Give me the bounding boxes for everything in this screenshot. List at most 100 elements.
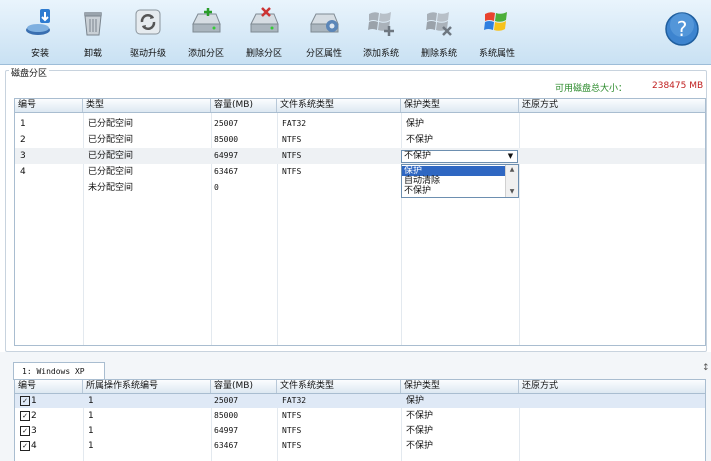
cell-protect[interactable]: 不保护 (403, 424, 433, 438)
system-properties-button[interactable]: 系统属性 (469, 2, 525, 62)
free-space-value: 238475 MB (652, 81, 704, 91)
add-system-label: 添加系统 (362, 49, 399, 59)
cell-os-id: 1 (88, 441, 94, 451)
add-system-button[interactable]: 添加系统 (353, 2, 409, 62)
partition-row[interactable]: 4 已分配空间 63467 NTFS (15, 164, 705, 180)
system-table-header: 编号 所属操作系统编号 容量(MB) 文件系统类型 保护类型 还原方式 (15, 380, 705, 394)
disk-gear-icon (310, 13, 339, 33)
delete-system-label: 删除系统 (420, 49, 457, 59)
cell-protect[interactable]: 不保护 (403, 132, 433, 148)
col-id[interactable]: 编号 (15, 380, 83, 393)
checkbox-checked-icon[interactable]: ✓ (20, 395, 30, 406)
disk-protect-window: 安装 卸载 驱动升级 添加分区 删除分区 分区属性 添加系统 删除系统 系统属性… (0, 0, 711, 461)
cell-id: ✓ 3 (17, 424, 37, 438)
checkbox-checked-icon[interactable]: ✓ (20, 410, 30, 421)
cell-os-id: 1 (88, 426, 94, 436)
col-type[interactable]: 类型 (83, 99, 211, 112)
system-row[interactable]: ✓ 2 1 85000 NTFS 不保护 (15, 409, 705, 423)
system-row[interactable]: ✓ 3 1 64997 NTFS 不保护 (15, 424, 705, 438)
help-icon: ? (677, 17, 688, 41)
cell-id: 2 (20, 135, 26, 145)
scroll-down-icon[interactable]: ▼ (506, 187, 518, 197)
cell-size: 25007 (214, 396, 239, 405)
toolbar: 安装 卸载 驱动升级 添加分区 删除分区 分区属性 添加系统 删除系统 系统属性… (0, 0, 711, 65)
scroll-up-icon[interactable]: ▲ (506, 165, 518, 175)
cell-protect[interactable]: 不保护 (403, 409, 433, 423)
cell-size: 25007 (214, 119, 239, 128)
protect-type-select[interactable]: 不保护 ▼ (401, 150, 518, 163)
option-auto-clear[interactable]: 自动清除 (402, 176, 506, 186)
checkbox-checked-icon[interactable]: ✓ (20, 425, 30, 436)
partition-table: 编号 类型 容量(MB) 文件系统类型 保护类型 还原方式 1 已分配空间 25… (14, 98, 706, 346)
cell-id: 4 (20, 167, 26, 177)
windows-flag-icon (484, 12, 507, 31)
cell-size: 85000 (214, 411, 239, 420)
windows-delete-icon (426, 12, 452, 36)
cell-protect[interactable]: 保护 (403, 394, 424, 408)
uninstall-label: 卸载 (83, 49, 102, 59)
col-id[interactable]: 编号 (15, 99, 83, 112)
cell-fs: NTFS (282, 441, 302, 450)
cell-type: 已分配空间 (88, 119, 134, 129)
delete-partition-label: 删除分区 (245, 49, 282, 59)
help-button[interactable]: ? (664, 11, 700, 47)
col-protect[interactable]: 保护类型 (401, 380, 519, 393)
cell-protect[interactable]: 保护 (403, 116, 424, 132)
partition-row[interactable]: 未分配空间 0 (15, 180, 705, 196)
col-restore[interactable]: 还原方式 (519, 380, 705, 393)
system-row[interactable]: ✓ 4 1 63467 NTFS 不保护 (15, 439, 705, 453)
col-fs[interactable]: 文件系统类型 (277, 380, 401, 393)
windows-add-icon (368, 12, 394, 36)
system-properties-label: 系统属性 (478, 49, 515, 59)
col-os-id[interactable]: 所属操作系统编号 (83, 380, 211, 393)
cell-fs: FAT32 (282, 119, 307, 128)
chevron-down-icon[interactable]: ▼ (504, 151, 517, 162)
cell-fs: NTFS (282, 151, 302, 160)
driver-upgrade-button[interactable]: 驱动升级 (120, 2, 176, 62)
col-size[interactable]: 容量(MB) (211, 380, 277, 393)
checkbox-checked-icon[interactable]: ✓ (20, 440, 30, 451)
partition-properties-label: 分区属性 (305, 49, 342, 59)
tab-windows-xp[interactable]: 1: Windows XP (13, 362, 105, 380)
cell-type: 已分配空间 (88, 135, 134, 145)
cell-fs: NTFS (282, 426, 302, 435)
col-protect[interactable]: 保护类型 (401, 99, 519, 112)
cell-size: 63467 (214, 441, 239, 450)
option-no-protect[interactable]: 不保护 (402, 186, 506, 196)
trash-icon (84, 12, 102, 36)
protect-type-value: 不保护 (404, 151, 432, 161)
delete-partition-button[interactable]: 删除分区 (236, 2, 292, 62)
install-label: 安装 (30, 49, 49, 59)
refresh-icon (135, 9, 161, 35)
add-partition-button[interactable]: 添加分区 (178, 2, 234, 62)
add-partition-label: 添加分区 (187, 49, 224, 59)
cell-size: 64997 (214, 151, 239, 160)
protect-type-options: 保护 自动清除 不保护 ▲ ▼ (401, 164, 519, 198)
cell-type: 未分配空间 (88, 183, 134, 193)
partition-row-selected[interactable]: 3 已分配空间 64997 NTFS (15, 148, 705, 164)
free-space-label: 可用磁盘总大小： (555, 84, 628, 94)
col-restore[interactable]: 还原方式 (519, 99, 705, 112)
partition-properties-button[interactable]: 分区属性 (296, 2, 352, 62)
disk-add-icon (192, 8, 221, 33)
col-fs[interactable]: 文件系统类型 (277, 99, 401, 112)
cell-id: ✓ 4 (17, 439, 37, 453)
cell-id: 3 (20, 151, 26, 161)
uninstall-button[interactable]: 卸载 (65, 2, 121, 62)
partition-row[interactable]: 1 已分配空间 25007 FAT32 保护 (15, 116, 705, 132)
col-size[interactable]: 容量(MB) (211, 99, 277, 112)
cell-id: 1 (20, 119, 26, 129)
cell-size: 85000 (214, 135, 239, 144)
system-row[interactable]: ✓ 1 1 25007 FAT32 保护 (15, 394, 705, 408)
install-button[interactable]: 安装 (12, 2, 68, 62)
cell-protect[interactable]: 不保护 (403, 439, 433, 453)
expand-arrow-icon[interactable]: ↕ (702, 363, 710, 373)
option-protect[interactable]: 保护 (402, 166, 506, 176)
cell-id: ✓ 2 (17, 409, 37, 423)
disk-delete-icon (250, 7, 279, 33)
options-scrollbar[interactable]: ▲ ▼ (505, 165, 518, 197)
delete-system-button[interactable]: 删除系统 (411, 2, 467, 62)
partition-row[interactable]: 2 已分配空间 85000 NTFS 不保护 (15, 132, 705, 148)
driver-upgrade-label: 驱动升级 (129, 49, 166, 59)
install-icon (26, 9, 50, 35)
